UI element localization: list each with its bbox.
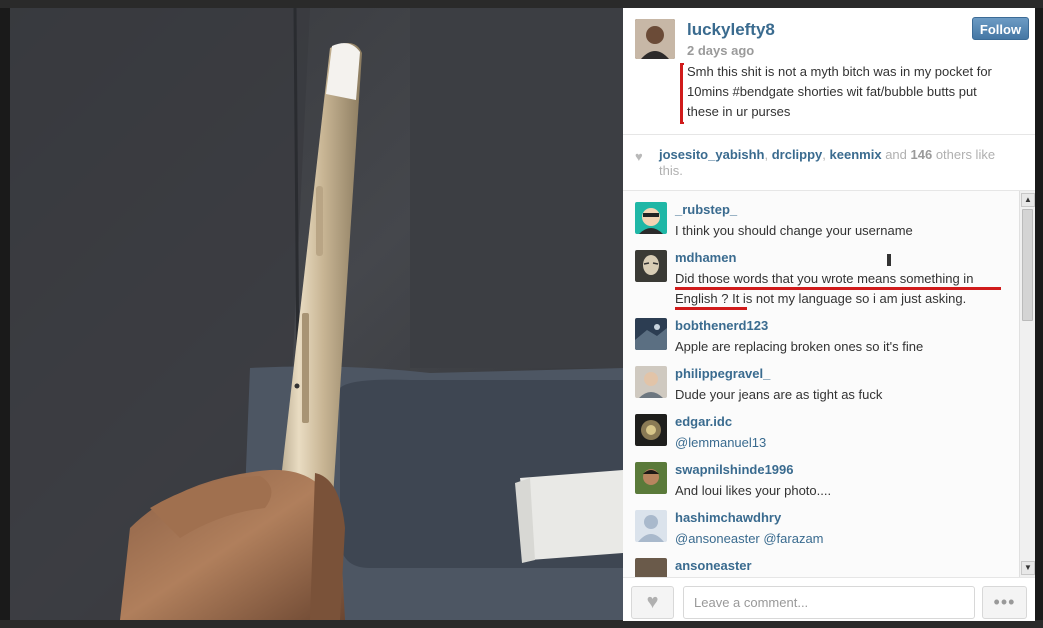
- commenter-avatar-image: [635, 250, 667, 282]
- comment-username[interactable]: _rubstep_: [675, 202, 737, 217]
- likes-text: josesito_yabishh, drclippy, keenmix and …: [659, 147, 1019, 179]
- follow-button[interactable]: Follow: [972, 17, 1029, 40]
- likes-section: ♥ josesito_yabishh, drclippy, keenmix an…: [623, 135, 1035, 191]
- likes-count[interactable]: 146: [911, 147, 933, 162]
- post-header: luckylefty8 2 days ago Follow Smh this s…: [623, 8, 1035, 135]
- comment-text: I think you should change your username: [675, 223, 913, 238]
- commenter-avatar-image: [635, 202, 667, 234]
- liker-username[interactable]: keenmix: [830, 147, 882, 162]
- comment-username[interactable]: bobthenerd123: [675, 318, 768, 333]
- owner-username[interactable]: luckylefty8: [687, 20, 775, 40]
- commenter-avatar-image: [635, 558, 667, 577]
- commenter-avatar-image: [635, 366, 667, 398]
- comment-text[interactable]: @lemmanuel13: [675, 433, 1010, 453]
- photo-illustration: [10, 8, 623, 620]
- post-photo: [10, 8, 623, 620]
- likes-and: and: [881, 147, 911, 162]
- commenter-avatar-image: [635, 318, 667, 350]
- comment-username[interactable]: edgar.idc: [675, 414, 732, 429]
- comment-text: Apple are replacing broken ones so it's …: [675, 339, 924, 354]
- commenter-avatar-image: [635, 510, 667, 542]
- commenter-avatar[interactable]: [635, 202, 667, 234]
- commenter-avatar-image: [635, 414, 667, 446]
- post-timestamp: 2 days ago: [687, 43, 755, 58]
- more-options-button[interactable]: •••: [982, 586, 1027, 619]
- highlight-underline: [675, 307, 747, 310]
- commenter-avatar[interactable]: [635, 462, 667, 494]
- comments-scrollbar[interactable]: ▲ ▼: [1019, 191, 1035, 577]
- arrow-up-icon: [887, 254, 891, 266]
- comment-username[interactable]: ansoneaster: [675, 558, 752, 573]
- commenter-avatar[interactable]: [635, 366, 667, 398]
- comment-footer: ♥ •••: [623, 577, 1035, 621]
- post-caption: Smh this shit is not a myth bitch was in…: [687, 64, 992, 119]
- background-bottom: [0, 620, 1043, 628]
- comment-username[interactable]: mdhamen: [675, 250, 736, 265]
- owner-avatar-image: [635, 19, 675, 59]
- commenter-avatar[interactable]: [635, 558, 667, 577]
- commenter-avatar-image: [635, 462, 667, 494]
- commenter-avatar[interactable]: [635, 318, 667, 350]
- commenter-avatar[interactable]: [635, 414, 667, 446]
- comment-username[interactable]: philippegravel_: [675, 366, 770, 381]
- likes-separator: ,: [822, 147, 830, 162]
- comment-text: Dude your jeans are as tight as fuck: [675, 387, 883, 402]
- owner-avatar[interactable]: [635, 19, 675, 59]
- comment-text[interactable]: @ansoneaster @farazam: [675, 529, 1010, 549]
- scroll-up-button[interactable]: ▲: [1021, 193, 1035, 207]
- commenter-avatar[interactable]: [635, 250, 667, 282]
- liker-username[interactable]: josesito_yabishh: [659, 147, 764, 162]
- highlight-underline: [675, 287, 1001, 290]
- commenter-avatar[interactable]: [635, 510, 667, 542]
- scroll-down-button[interactable]: ▼: [1021, 561, 1035, 575]
- liker-username[interactable]: drclippy: [772, 147, 823, 162]
- likes-separator: ,: [764, 147, 772, 162]
- scroll-thumb[interactable]: [1022, 209, 1033, 321]
- comment-text: And loui likes your photo....: [675, 483, 832, 498]
- photo-modal: luckylefty8 2 days ago Follow Smh this s…: [10, 8, 1035, 621]
- background-top: [0, 0, 1043, 8]
- comments-list[interactable]: _rubstep_ I think you should change your…: [623, 191, 1019, 577]
- like-heart-button[interactable]: ♥: [631, 586, 674, 619]
- caption-highlight-bracket: [680, 63, 684, 124]
- heart-icon: ♥: [635, 149, 643, 164]
- comment-input[interactable]: [683, 586, 975, 619]
- comment-username[interactable]: hashimchawdhry: [675, 510, 781, 525]
- post-panel: luckylefty8 2 days ago Follow Smh this s…: [623, 8, 1035, 621]
- comment-username[interactable]: swapnilshinde1996: [675, 462, 794, 477]
